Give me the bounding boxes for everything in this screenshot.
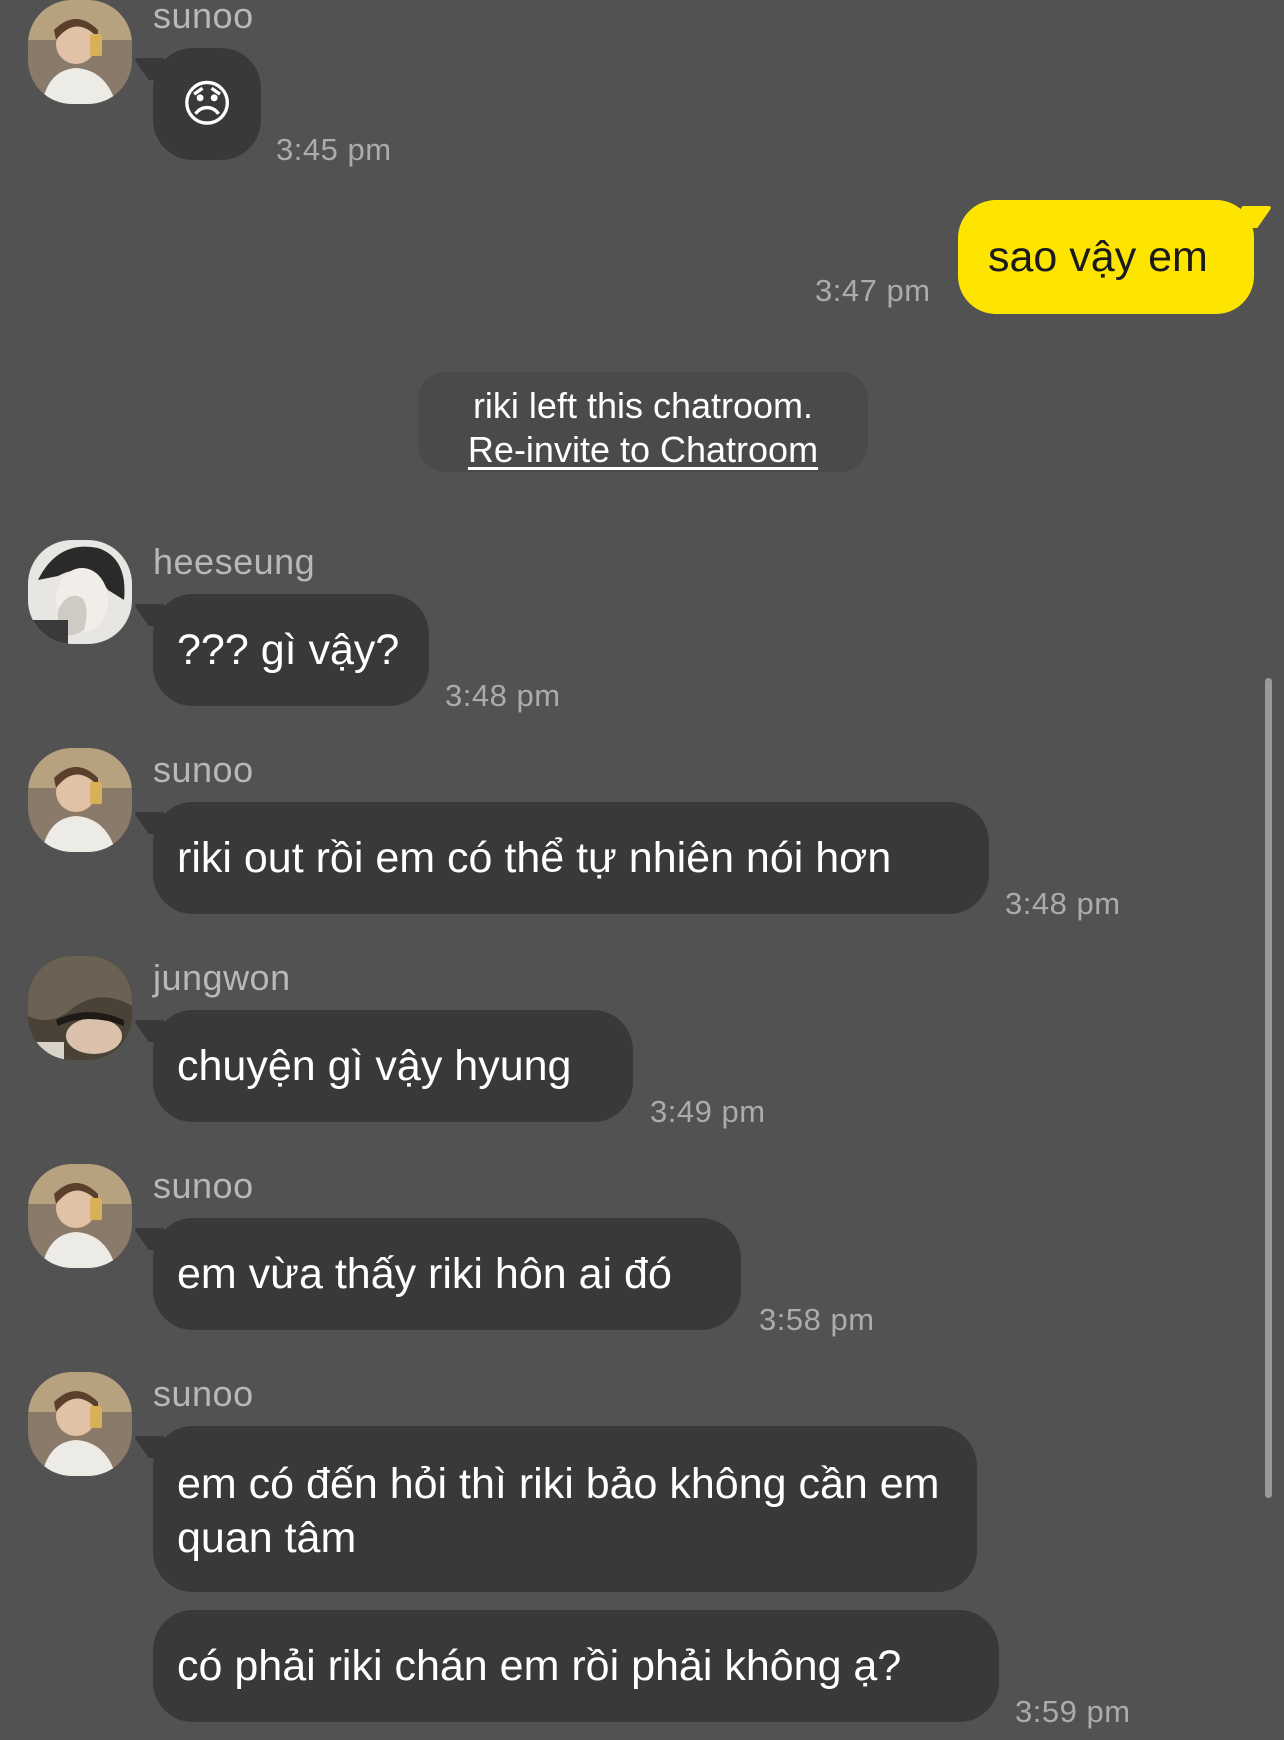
avatar-sunoo[interactable]	[28, 1164, 132, 1268]
message-time: 3:48 pm	[1005, 886, 1121, 921]
message-text: em vừa thấy riki hôn ai đó	[177, 1250, 672, 1298]
notice-text: riki left this chatroom.	[472, 385, 814, 426]
disappointed-face-icon: 😞	[180, 76, 234, 132]
heeseung-photo	[28, 540, 132, 644]
scrollbar[interactable]	[1265, 678, 1272, 1498]
message-text: chuyện gì vậy hyung	[177, 1042, 572, 1090]
sunoo-photo	[28, 0, 132, 104]
message-text: em có đến hỏi thì riki bảo không cần em …	[177, 1460, 940, 1562]
message-text: riki out rồi em có thể tự nhiên nói hơn	[177, 834, 892, 882]
message-text: ??? gì vậy?	[177, 626, 400, 674]
left-chatroom-notice: riki left this chatroom. Re-invite to Ch…	[418, 372, 868, 472]
jungwon-photo	[28, 956, 132, 1060]
sender-name: sunoo	[153, 0, 254, 36]
sender-name: sunoo	[153, 749, 254, 790]
sender-name: sunoo	[153, 1373, 254, 1414]
avatar-sunoo[interactable]	[28, 748, 132, 852]
avatar-heeseung[interactable]	[28, 540, 132, 644]
avatar-sunoo[interactable]	[28, 0, 132, 104]
message-time: 3:48 pm	[445, 678, 561, 713]
message-text: có phải riki chán em rồi phải không ạ?	[177, 1642, 902, 1690]
message-bubble[interactable]: 😞	[153, 48, 261, 160]
avatar-jungwon[interactable]	[28, 956, 132, 1060]
sender-name: sunoo	[153, 1165, 254, 1206]
message-bubble[interactable]: ??? gì vậy?	[153, 594, 429, 706]
message-text: sao vậy em	[988, 233, 1208, 281]
message-time: 3:58 pm	[759, 1302, 875, 1337]
message-bubble[interactable]: em có đến hỏi thì riki bảo không cần em …	[153, 1426, 977, 1592]
message-bubble[interactable]: chuyện gì vậy hyung	[153, 1010, 633, 1122]
message-time: 3:59 pm	[1015, 1694, 1131, 1729]
sender-name: jungwon	[153, 957, 291, 998]
sunoo-photo	[28, 748, 132, 852]
avatar-sunoo[interactable]	[28, 1372, 132, 1476]
reinvite-link[interactable]: Re-invite to Chatroom	[468, 428, 818, 472]
sender-name: heeseung	[153, 541, 316, 582]
message-time: 3:49 pm	[650, 1094, 766, 1129]
outgoing-message-bubble[interactable]: sao vậy em	[958, 200, 1254, 314]
message-bubble[interactable]: có phải riki chán em rồi phải không ạ?	[153, 1610, 999, 1722]
message-bubble[interactable]: riki out rồi em có thể tự nhiên nói hơn	[153, 802, 989, 914]
message-bubble[interactable]: em vừa thấy riki hôn ai đó	[153, 1218, 741, 1330]
sunoo-photo	[28, 1164, 132, 1268]
message-time: 3:45 pm	[276, 132, 392, 167]
sunoo-photo	[28, 1372, 132, 1476]
message-time: 3:47 pm	[815, 273, 931, 308]
